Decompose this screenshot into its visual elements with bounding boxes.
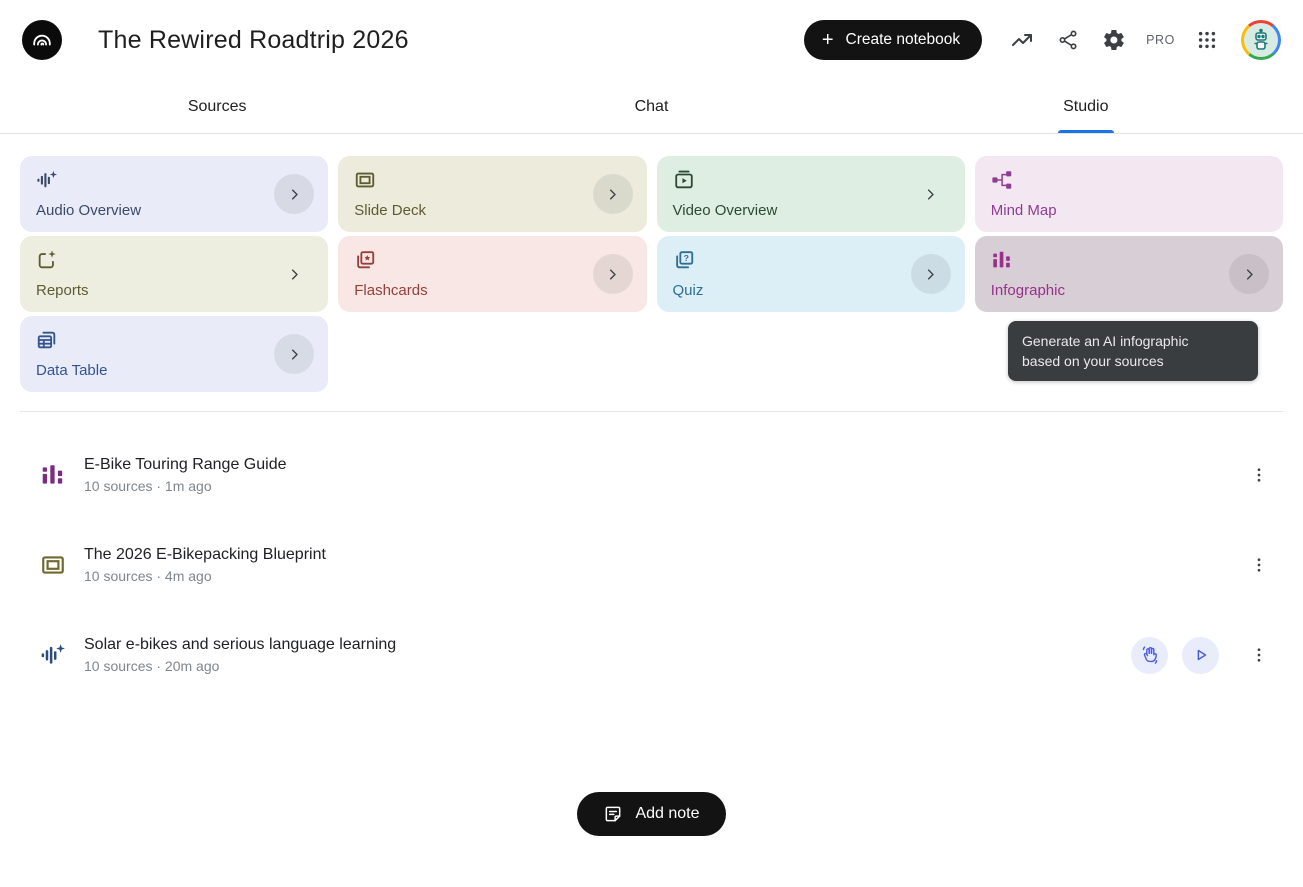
slide-deck-icon bbox=[40, 552, 66, 578]
studio-card-reports[interactable]: Reports bbox=[20, 236, 328, 312]
panel-tabs: Sources Chat Studio bbox=[0, 80, 1303, 134]
notebooklm-studio-page: The Rewired Roadtrip 2026 + Create noteb… bbox=[0, 0, 1303, 887]
note-title: Solar e-bikes and serious language learn… bbox=[84, 636, 396, 654]
chevron-right-icon[interactable] bbox=[274, 254, 314, 294]
share-icon[interactable] bbox=[1048, 20, 1088, 60]
studio-card-data-table[interactable]: Data Table bbox=[20, 316, 328, 392]
chevron-right-icon[interactable] bbox=[593, 174, 633, 214]
more-options-icon[interactable] bbox=[1247, 635, 1271, 675]
note-row-slide-deck[interactable]: The 2026 E-Bikepacking Blueprint 10 sour… bbox=[20, 520, 1283, 610]
studio-card-video-overview[interactable]: Video Overview bbox=[657, 156, 965, 232]
chevron-right-icon[interactable] bbox=[593, 254, 633, 294]
studio-card-audio-overview[interactable]: Audio Overview bbox=[20, 156, 328, 232]
studio-card-slide-deck[interactable]: Slide Deck bbox=[338, 156, 646, 232]
chevron-right-icon[interactable] bbox=[911, 254, 951, 294]
tab-studio[interactable]: Studio bbox=[869, 80, 1303, 133]
active-tab-underline bbox=[1058, 130, 1114, 133]
card-label: Data Table bbox=[36, 362, 312, 379]
header-actions: + Create notebook PRO bbox=[804, 20, 1281, 60]
add-note-label: Add note bbox=[635, 805, 699, 823]
footer: Add note bbox=[0, 792, 1303, 836]
svg-text:?: ? bbox=[683, 253, 688, 263]
note-meta: 10 sources · 20m ago bbox=[84, 658, 396, 674]
account-avatar[interactable] bbox=[1241, 20, 1281, 60]
reports-sparkle-icon bbox=[36, 249, 58, 271]
notebook-title[interactable]: The Rewired Roadtrip 2026 bbox=[98, 26, 409, 55]
card-label: Infographic bbox=[991, 282, 1267, 299]
infographic-bars-icon bbox=[40, 462, 66, 488]
note-row-audio-overview[interactable]: Solar e-bikes and serious language learn… bbox=[20, 610, 1283, 700]
waving-hand-icon bbox=[1140, 645, 1160, 665]
studio-card-flashcards[interactable]: Flashcards bbox=[338, 236, 646, 312]
note-row-infographic[interactable]: E-Bike Touring Range Guide 10 sources · … bbox=[20, 430, 1283, 520]
mind-map-icon bbox=[991, 169, 1013, 191]
create-notebook-label: Create notebook bbox=[846, 31, 961, 49]
note-title: The 2026 E-Bikepacking Blueprint bbox=[84, 546, 326, 564]
create-notebook-button[interactable]: + Create notebook bbox=[804, 20, 982, 60]
interactive-mode-button[interactable] bbox=[1131, 637, 1168, 674]
quiz-cards-icon: ? bbox=[673, 249, 695, 271]
chevron-right-icon[interactable] bbox=[274, 334, 314, 374]
card-label: Quiz bbox=[673, 282, 949, 299]
card-label: Video Overview bbox=[673, 202, 949, 219]
data-table-icon bbox=[36, 329, 58, 351]
tooltip-line1: Generate an AI infographic bbox=[1022, 331, 1244, 351]
infographic-bars-icon bbox=[991, 249, 1013, 271]
studio-outputs-list: E-Bike Touring Range Guide 10 sources · … bbox=[0, 412, 1303, 700]
header: The Rewired Roadtrip 2026 + Create noteb… bbox=[0, 0, 1303, 80]
studio-card-infographic[interactable]: Infographic bbox=[975, 236, 1283, 312]
note-meta: 10 sources · 4m ago bbox=[84, 568, 326, 584]
apps-grid-icon[interactable] bbox=[1187, 20, 1227, 60]
chevron-right-icon[interactable] bbox=[274, 174, 314, 214]
tooltip-line2: based on your sources bbox=[1022, 351, 1244, 371]
studio-card-quiz[interactable]: ? Quiz bbox=[657, 236, 965, 312]
play-icon bbox=[1192, 646, 1210, 664]
chevron-right-icon[interactable] bbox=[1229, 254, 1269, 294]
more-options-icon[interactable] bbox=[1247, 545, 1271, 585]
studio-card-mind-map[interactable]: Mind Map bbox=[975, 156, 1283, 232]
pro-badge: PRO bbox=[1140, 33, 1181, 47]
video-overview-icon bbox=[673, 169, 695, 191]
tab-chat[interactable]: Chat bbox=[434, 80, 868, 133]
card-label: Reports bbox=[36, 282, 312, 299]
more-options-icon[interactable] bbox=[1247, 455, 1271, 495]
chevron-right-icon[interactable] bbox=[911, 174, 951, 214]
plus-icon: + bbox=[822, 30, 834, 50]
card-label: Audio Overview bbox=[36, 202, 312, 219]
notebooklm-logo-icon[interactable] bbox=[22, 20, 62, 60]
play-audio-button[interactable] bbox=[1182, 637, 1219, 674]
card-label: Slide Deck bbox=[354, 202, 630, 219]
card-label: Mind Map bbox=[991, 202, 1267, 219]
audio-waveform-sparkle-icon bbox=[36, 169, 58, 191]
card-label: Flashcards bbox=[354, 282, 630, 299]
settings-gear-icon[interactable] bbox=[1094, 20, 1134, 60]
add-note-button[interactable]: Add note bbox=[577, 792, 725, 836]
robot-avatar-image bbox=[1244, 23, 1278, 57]
note-title: E-Bike Touring Range Guide bbox=[84, 456, 287, 474]
note-meta: 10 sources · 1m ago bbox=[84, 478, 287, 494]
tab-sources[interactable]: Sources bbox=[0, 80, 434, 133]
slide-deck-icon bbox=[354, 169, 376, 191]
audio-waveform-sparkle-icon bbox=[40, 642, 66, 668]
infographic-tooltip: Generate an AI infographic based on your… bbox=[1008, 321, 1258, 381]
flashcards-star-icon bbox=[354, 249, 376, 271]
note-icon bbox=[603, 804, 623, 824]
analytics-trending-icon[interactable] bbox=[1002, 20, 1042, 60]
